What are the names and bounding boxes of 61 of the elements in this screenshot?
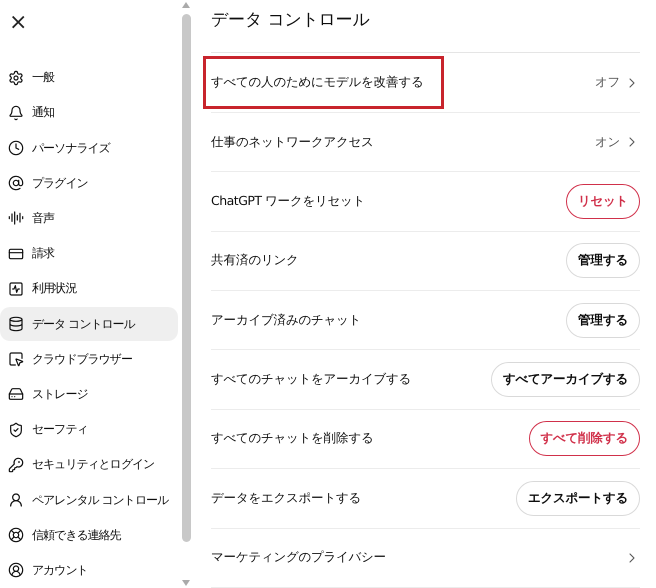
action-button[interactable]: エクスポートする — [516, 480, 640, 516]
sidebar-item[interactable]: プラグイン — [0, 166, 178, 200]
row-label: 仕事のネットワークアクセス — [211, 134, 374, 151]
user-circle-icon — [8, 562, 24, 578]
row-label: すべてのチャットを削除する — [211, 430, 374, 448]
gear-icon — [8, 70, 24, 86]
sidebar-item[interactable]: 音声 — [0, 202, 178, 236]
sidebar-item[interactable]: クラウドブラウザー — [0, 342, 178, 376]
sidebar-item[interactable]: セーフティ — [0, 413, 178, 446]
settings-row[interactable]: すべてのチャットを削除する すべて削除する — [211, 410, 640, 470]
at-sign-icon — [8, 175, 24, 192]
row-label: すべてのチャットをアーカイブする — [211, 371, 411, 388]
settings-row[interactable]: すべてのチャットをアーカイブする すべてアーカイブする — [211, 350, 640, 410]
sidebar-item[interactable]: データ コントロール — [0, 307, 178, 341]
card-icon — [8, 246, 24, 262]
settings-row[interactable]: アーカイブ済みのチャット 管理する — [211, 291, 640, 350]
sidebar-item[interactable]: ストレージ — [0, 378, 178, 412]
settings-row[interactable]: マーケティングのプライバシー — [211, 528, 640, 588]
bell-icon — [8, 104, 24, 121]
database-icon — [8, 316, 24, 332]
row-value: オフ — [595, 74, 620, 92]
action-button[interactable]: すべて削除する — [528, 421, 640, 456]
settings-row[interactable]: 仕事のネットワークアクセス オン — [211, 112, 640, 172]
row-label: ChatGPT ワークをリセット — [211, 192, 366, 210]
row-label: 共有済のリンク — [211, 252, 298, 270]
sidebar-item[interactable]: 通知 — [0, 96, 178, 130]
row-label: すべての人のためにモデルを改善する — [211, 74, 424, 92]
scroll-down-icon[interactable] — [182, 580, 190, 586]
sidebar-item[interactable]: セキュリティとログイン — [0, 448, 178, 482]
sidebar-item[interactable]: 請求 — [0, 237, 178, 270]
pointer-icon — [8, 351, 24, 368]
lifebuoy-icon — [8, 527, 24, 544]
row-value: オン — [595, 134, 620, 151]
sidebar-item[interactable]: パーソナライズ — [0, 131, 178, 165]
clock-icon — [8, 140, 24, 156]
activity-icon — [8, 280, 24, 297]
action-button[interactable]: 管理する — [566, 302, 640, 338]
sidebar-item[interactable]: 一般 — [0, 61, 178, 94]
sidebar-item[interactable]: アカウント — [0, 554, 178, 588]
drive-icon — [8, 386, 24, 402]
panel-title: データ コントロール — [211, 0, 640, 54]
scrollbar-thumb[interactable] — [182, 14, 190, 542]
sidebar-item[interactable]: 信頼できる連絡先 — [0, 518, 178, 552]
row-label: データをエクスポートする — [211, 490, 361, 507]
action-button[interactable]: リセット — [566, 184, 640, 219]
settings-row[interactable]: 共有済のリンク 管理する — [211, 232, 640, 292]
user-icon — [8, 492, 24, 508]
settings-row[interactable]: ChatGPT ワークをリセット リセット — [211, 172, 640, 232]
key-icon — [8, 456, 24, 473]
close-button[interactable]: × — [9, 10, 27, 36]
row-label: マーケティングのプライバシー — [211, 549, 386, 566]
action-button[interactable]: 管理する — [566, 243, 640, 278]
sidebar-item[interactable]: ペアレンタル コントロール — [0, 483, 178, 517]
settings-row[interactable]: データをエクスポートする エクスポートする — [211, 469, 640, 529]
settings-row[interactable]: すべての人のためにモデルを改善する オフ — [211, 53, 640, 113]
scroll-up-icon[interactable] — [182, 2, 190, 8]
audio-lines-icon — [8, 210, 24, 226]
row-label: アーカイブ済みのチャット — [211, 312, 361, 329]
shield-icon — [8, 422, 24, 438]
sidebar-item[interactable]: 利用状況 — [0, 272, 178, 306]
action-button[interactable]: すべてアーカイブする — [491, 362, 640, 398]
